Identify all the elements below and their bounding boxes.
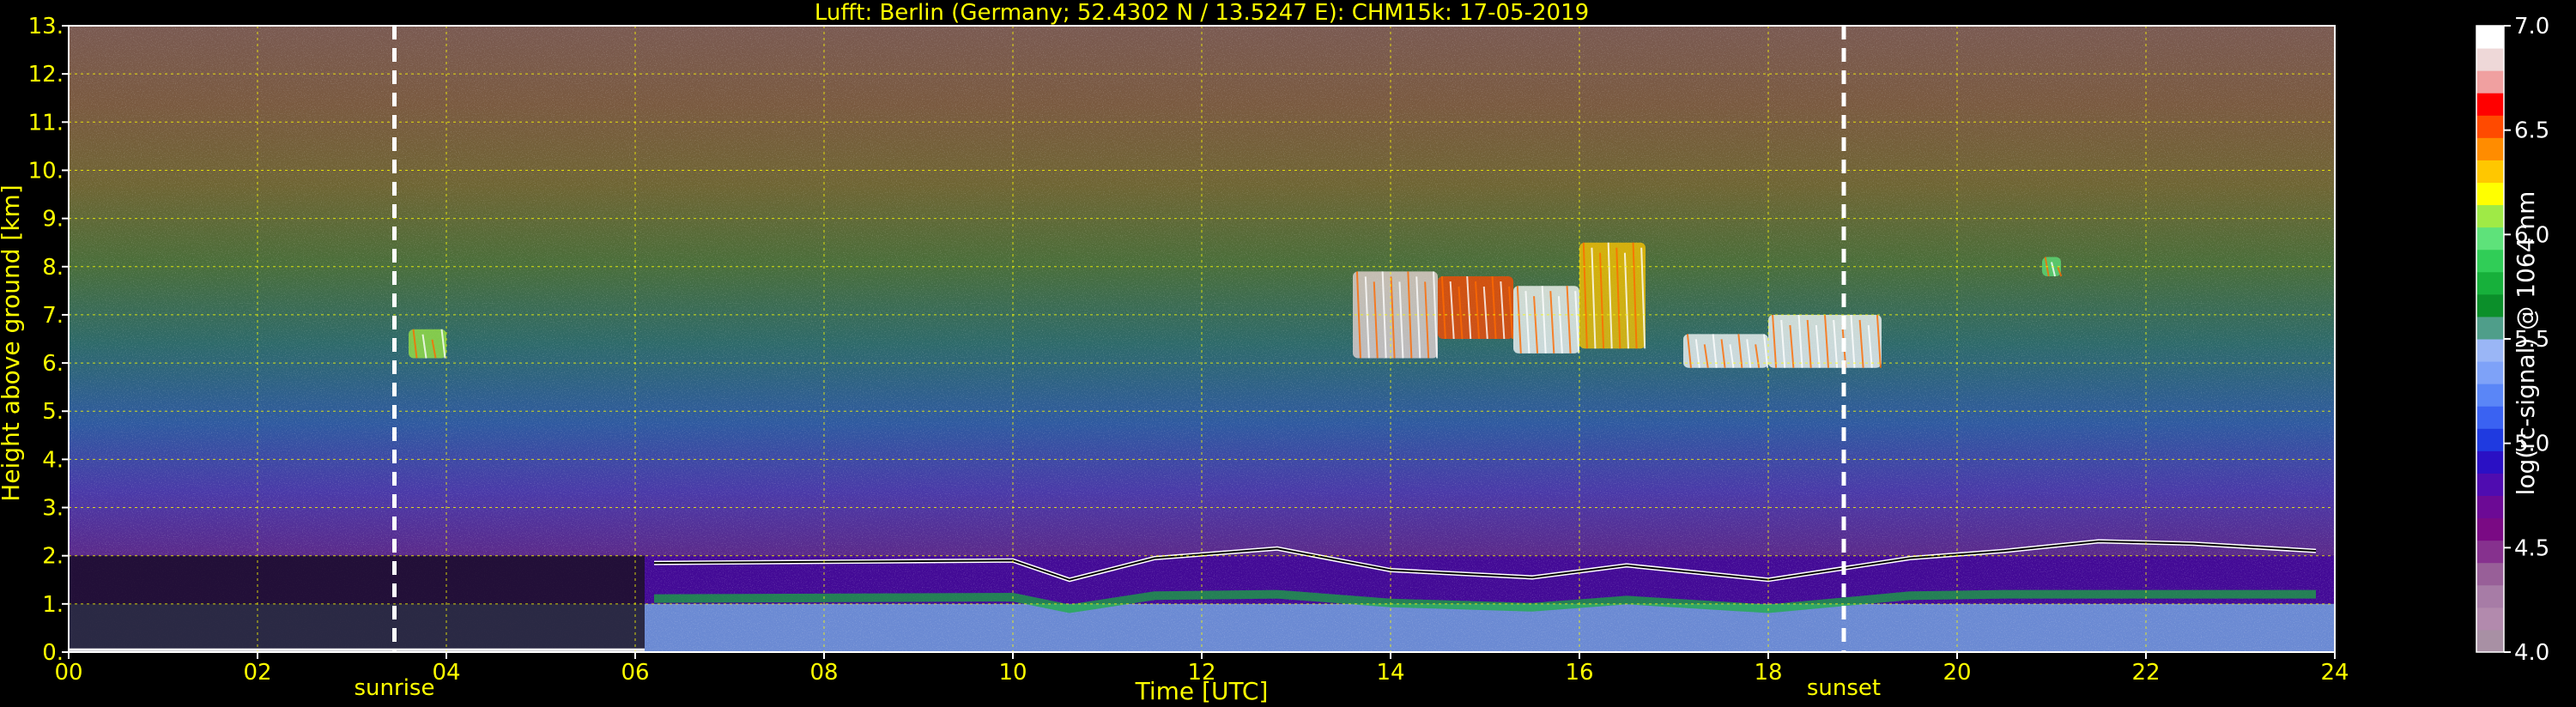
colorbar-tick-label: 7.0 xyxy=(2514,14,2549,39)
colorbar-segment xyxy=(2476,450,2504,474)
y-tick-label: 0. xyxy=(42,640,64,666)
y-tick-label: 4. xyxy=(42,447,64,473)
colorbar-segment xyxy=(2476,406,2504,429)
x-tick-label: 22 xyxy=(2131,660,2160,686)
event-label-sunrise: sunrise xyxy=(355,675,435,701)
y-tick-label: 7. xyxy=(42,303,64,329)
colorbar-segment xyxy=(2476,204,2504,228)
colorbar-segment xyxy=(2476,227,2504,251)
colorbar-segment xyxy=(2476,293,2504,317)
x-tick-label: 14 xyxy=(1376,660,1404,686)
y-tick-label: 3. xyxy=(42,496,64,522)
colorbar-segment xyxy=(2476,316,2504,340)
x-tick-label: 08 xyxy=(809,660,838,686)
colorbar-segment xyxy=(2476,629,2504,653)
event-label-sunset: sunset xyxy=(1807,675,1881,701)
colorbar-segment xyxy=(2476,473,2504,496)
colorbar-segment xyxy=(2476,607,2504,631)
colorbar-segment xyxy=(2476,562,2504,586)
y-tick-label: 2. xyxy=(42,544,64,570)
colorbar-segment xyxy=(2476,182,2504,206)
colorbar-segment xyxy=(2476,115,2504,138)
colorbar-segment xyxy=(2476,361,2504,384)
colorbar-segment xyxy=(2476,93,2504,116)
colorbar-segment xyxy=(2476,584,2504,608)
y-axis-label: Height above ground [km] xyxy=(0,184,25,502)
colorbar-segment xyxy=(2476,495,2504,519)
colorbar-label: log(rc-signal) @ 1064 nm xyxy=(2512,191,2540,496)
colorbar-segment xyxy=(2476,160,2504,183)
colorbar-segment xyxy=(2476,384,2504,407)
y-tick-label: 12. xyxy=(28,62,64,88)
x-tick-label: 06 xyxy=(621,660,649,686)
colorbar-segment xyxy=(2476,70,2504,94)
colorbar-segment xyxy=(2476,428,2504,451)
y-tick-label: 9. xyxy=(42,207,64,233)
colorbar-segment xyxy=(2476,517,2504,541)
chart-title: Lufft: Berlin (Germany; 52.4302 N / 13.5… xyxy=(815,0,1589,26)
y-tick-label: 10. xyxy=(28,158,64,184)
x-tick-label: 04 xyxy=(432,660,460,686)
x-tick-label: 18 xyxy=(1754,660,1782,686)
y-tick-label: 11. xyxy=(28,110,64,136)
x-tick-label: 16 xyxy=(1565,660,1593,686)
cloud-layer xyxy=(1683,334,1768,368)
colorbar-segment xyxy=(2476,540,2504,564)
colorbar-tick-label: 6.5 xyxy=(2514,118,2549,144)
colorbar-segment xyxy=(2476,48,2504,71)
x-tick-label: 02 xyxy=(243,660,271,686)
y-tick-label: 6. xyxy=(42,351,64,377)
x-tick-label: 24 xyxy=(2320,660,2349,686)
y-tick-label: 13. xyxy=(28,14,64,39)
colorbar-segment xyxy=(2476,249,2504,273)
x-tick-label: 12 xyxy=(1187,660,1215,686)
colorbar-tick-label: 4.5 xyxy=(2514,535,2549,561)
y-tick-label: 1. xyxy=(42,592,64,618)
x-tick-label: 10 xyxy=(998,660,1027,686)
y-tick-label: 5. xyxy=(42,399,64,425)
lidar-chart: 4.04.55.05.56.06.57.0 Lufft: Berlin (Ger… xyxy=(0,0,2549,705)
colorbar-segment xyxy=(2476,271,2504,295)
y-tick-label: 8. xyxy=(42,255,64,281)
colorbar-segment xyxy=(2476,137,2504,160)
colorbar-segment xyxy=(2476,26,2504,49)
x-tick-label: 20 xyxy=(1943,660,1971,686)
colorbar-segment xyxy=(2476,339,2504,362)
plot-area xyxy=(62,25,2336,659)
colorbar-tick-label: 4.0 xyxy=(2514,640,2549,666)
